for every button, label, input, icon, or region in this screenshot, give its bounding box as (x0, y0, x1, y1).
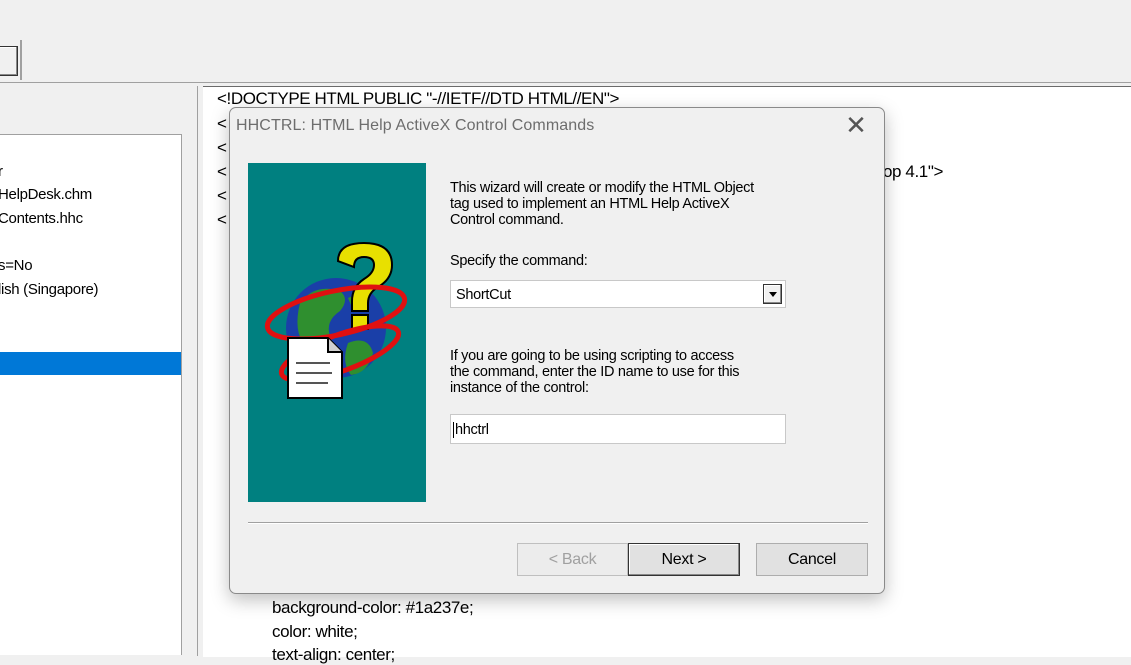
toolbar (0, 0, 1131, 84)
intro-text-line: tag used to implement an HTML Help Activ… (450, 196, 730, 212)
code-line: < (217, 210, 227, 229)
dialog-separator (248, 522, 868, 524)
selected-list-item[interactable] (0, 352, 181, 375)
list-item[interactable]: r (0, 163, 3, 180)
id-label-line: the command, enter the ID name to use fo… (450, 364, 740, 380)
help-globe-document-icon (264, 241, 408, 399)
list-item[interactable]: Contents.hhc (0, 210, 83, 227)
code-line: text-align: center; (272, 645, 395, 664)
command-select[interactable]: ShortCut (450, 280, 786, 308)
code-line: color: white; (272, 622, 358, 641)
code-line: < (217, 138, 227, 157)
list-item[interactable]: lish (Singapore) (0, 281, 99, 298)
toolbar-divider (0, 82, 1131, 83)
code-line: <!DOCTYPE HTML PUBLIC "-//IETF//DTD HTML… (217, 89, 620, 108)
list-item[interactable]: HelpDesk.chm (0, 186, 92, 203)
dialog-title: HHCTRL: HTML Help ActiveX Control Comman… (236, 117, 595, 134)
cancel-button[interactable]: Cancel (756, 543, 868, 576)
id-label-line: If you are going to be using scripting t… (450, 348, 734, 364)
intro-text-line: This wizard will create or modify the HT… (450, 180, 754, 196)
project-options-list[interactable]: r HelpDesk.chm Contents.hhc s=No lish (S… (0, 134, 182, 655)
id-label-line: instance of the control: (450, 380, 589, 396)
id-name-value: hhctrl (453, 422, 489, 438)
list-item[interactable]: s=No (0, 257, 33, 274)
hhctrl-wizard-dialog: HHCTRL: HTML Help ActiveX Control Comman… (229, 107, 885, 594)
toolbar-separator (20, 40, 22, 80)
next-button[interactable]: Next > (628, 543, 740, 576)
command-select-value: ShortCut (456, 287, 511, 303)
code-line: op 4.1"> (883, 162, 944, 181)
wizard-image (248, 163, 426, 502)
command-label: Specify the command: (450, 253, 588, 269)
code-line: background-color: #1a237e; (272, 598, 474, 617)
back-button[interactable]: < Back (517, 543, 628, 576)
code-line: < (217, 114, 227, 133)
intro-text-line: Control command. (450, 212, 564, 228)
close-icon[interactable]: ✕ (842, 112, 870, 140)
toolbar-button[interactable] (0, 46, 18, 76)
code-line: < (217, 186, 227, 205)
id-name-input[interactable]: hhctrl (450, 414, 786, 444)
chevron-down-icon[interactable] (763, 284, 782, 304)
code-line: < (217, 162, 227, 181)
